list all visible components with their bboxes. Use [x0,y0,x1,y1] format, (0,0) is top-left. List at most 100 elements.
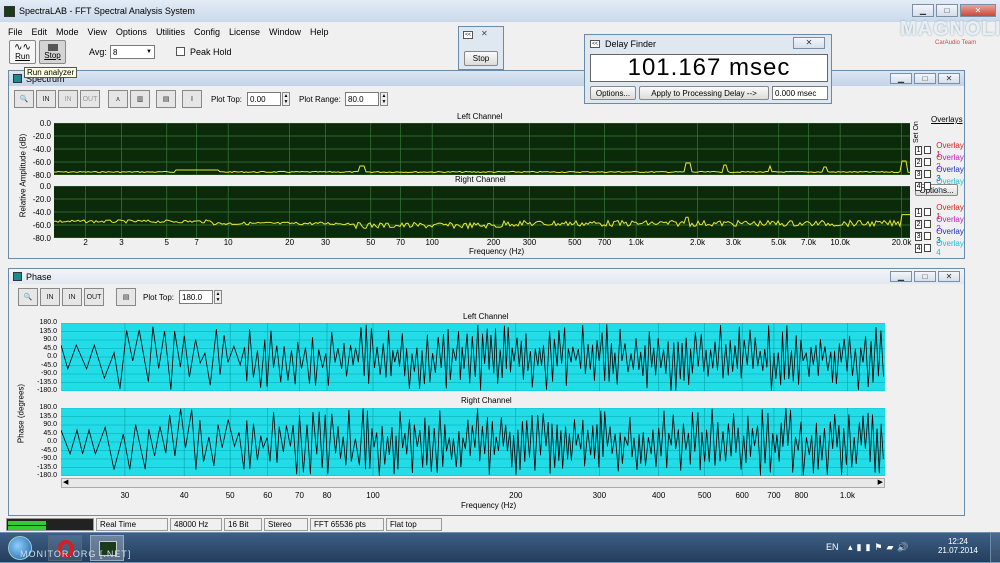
main-caption-buttons: ▁ □ ✕ [912,4,996,17]
run-button[interactable]: ∿∿ Run [9,40,36,64]
spectrum-x-tick: 1.0k [628,238,644,247]
zoom-icon[interactable]: 🔍 [14,90,34,108]
clock[interactable]: 12:24 21.07.2014 [936,537,980,555]
overlay-on-checkbox[interactable] [924,244,932,252]
tray-icons[interactable]: ▴▮▮⚑▰🔊 [848,542,913,553]
delay-value-field[interactable]: 0.000 msec [772,86,828,100]
menu-view[interactable]: View [88,27,107,37]
delay-options-button[interactable]: Options... [590,86,636,100]
spectrum-plot-top-input[interactable]: 0.00 [247,92,281,106]
watermark-text: MAGNOLIA [900,18,1000,40]
phase-y-tick: 45.0 [43,429,57,437]
delay-finder-close-button[interactable]: ✕ [793,37,825,49]
on-label: On [913,121,920,131]
phase-zoom-icon[interactable]: 🔍 [18,288,38,306]
show-desktop-button[interactable] [990,533,1000,563]
spectrum-left-title: Left Channel [457,112,503,121]
phase-x-tick: 30 [120,491,130,500]
phase-y-tick: 180.0 [39,404,57,411]
menu-utilities[interactable]: Utilities [156,27,185,37]
phase-y-tick: -45.0 [41,361,57,369]
spectrum-x-tick: 2.0k [690,238,706,247]
minimize-button[interactable]: ▁ [912,4,934,17]
scroll-left-icon[interactable]: ◀ [63,478,68,486]
chevron-down-icon: ▼ [146,49,152,55]
phase-scrollbar[interactable]: ◀ ▶ [61,478,885,488]
stop-window-close-icon[interactable]: ✕ [481,29,488,38]
phase-y-tick: 180.0 [39,319,57,326]
zoom-out-icon[interactable]: OUT [80,90,100,108]
level-meter [6,518,94,531]
line-mode-icon[interactable]: ⋏ [108,90,128,108]
avg-value: 8 [113,47,118,57]
language-indicator[interactable]: EN [826,542,839,552]
phase-plot-top-spinner[interactable]: ▲ ▼ [214,290,222,304]
spectrum-y-tick: 0.0 [39,119,51,128]
phase-x-tick: 400 [651,491,666,500]
spectrum-close-button[interactable]: ✕ [938,73,960,84]
menu-help[interactable]: Help [310,27,329,37]
stop-button[interactable]: Stop [39,40,66,64]
phase-table-icon[interactable]: ▤ [116,288,136,306]
overlay-set-button[interactable]: 4 [915,243,923,253]
phase-close-button[interactable]: ✕ [938,271,960,282]
spectrum-x-tick: 3.0k [725,238,742,247]
menu-config[interactable]: Config [194,27,220,37]
spectrum-plot-range-spinner[interactable]: ▲ ▼ [380,92,388,106]
menu-license[interactable]: License [229,27,260,37]
stop-square-icon [47,44,58,51]
menu-window[interactable]: Window [269,27,301,37]
apply-delay-button[interactable]: Apply to Processing Delay --> [639,86,769,100]
spectrum-minimize-button[interactable]: ▁ [890,73,912,84]
phase-minimize-button[interactable]: ▁ [890,271,912,282]
spectrum-x-tick: 20 [285,238,295,247]
run-tooltip: Run analyzer [24,67,78,78]
status-channels: Stereo [264,518,308,531]
watermark-sub: CarAudio Team [935,40,977,46]
run-wave-icon: ∿∿ [14,42,31,53]
spectrum-x-tick: 7 [194,238,199,247]
overlays-title: Overlays [931,115,963,124]
clock-date: 21.07.2014 [937,546,979,555]
phase-zoom-in-y-icon[interactable]: IN [62,288,82,306]
spectrum-x-tick: 100 [425,238,439,247]
phase-plot-top-input[interactable]: 180.0 [179,290,213,304]
bar-mode-icon[interactable]: ▥ [130,90,150,108]
phase-titlebar: Phase [9,269,964,284]
phase-x-tick: 100 [366,491,380,500]
peak-hold-checkbox[interactable] [176,47,185,56]
phase-zoom-in-x-icon[interactable]: IN [40,288,60,306]
menu-edit[interactable]: Edit [32,27,48,37]
spectrum-x-tick: 700 [597,238,612,247]
phase-right-plot [61,408,885,476]
spectrum-plot-top-spinner[interactable]: ▲ ▼ [282,92,290,106]
phase-zoom-out-icon[interactable]: OUT [84,288,104,306]
overlay-on-checkbox[interactable] [924,182,932,190]
delay-finder-title: Delay Finder [605,39,657,49]
phase-maximize-button[interactable]: □ [914,271,936,282]
phase-y-tick: 0.0 [47,353,57,360]
avg-select[interactable]: 8 ▼ [110,45,155,59]
delay-readout: 101.167 msec [590,54,828,82]
overlay-set-button[interactable]: 4 [915,181,923,191]
spectrum-maximize-button[interactable]: □ [914,73,936,84]
zoom-in-y-icon[interactable]: IN [58,90,78,108]
spectrum-right-title: Right Channel [455,175,506,184]
phase-x-tick: 700 [767,491,781,500]
stop-window-button[interactable]: Stop [464,51,498,66]
maximize-button[interactable]: □ [936,4,958,17]
cursor-icon[interactable]: I [182,90,202,108]
phase-plot-top-label: Plot Top: [143,293,174,302]
spectrum-x-tick: 5 [164,238,169,247]
menu-options[interactable]: Options [116,27,147,37]
zoom-in-x-icon[interactable]: IN [36,90,56,108]
spectrum-left-plot [54,123,910,175]
phase-x-tick: 600 [735,491,749,500]
scroll-right-icon[interactable]: ▶ [878,478,883,486]
menu-file[interactable]: File [8,27,23,37]
menu-mode[interactable]: Mode [56,27,79,37]
avg-label: Avg: [89,47,107,57]
table-icon[interactable]: ▤ [156,90,176,108]
close-button[interactable]: ✕ [960,4,996,17]
spectrum-plot-range-input[interactable]: 80.0 [345,92,379,106]
